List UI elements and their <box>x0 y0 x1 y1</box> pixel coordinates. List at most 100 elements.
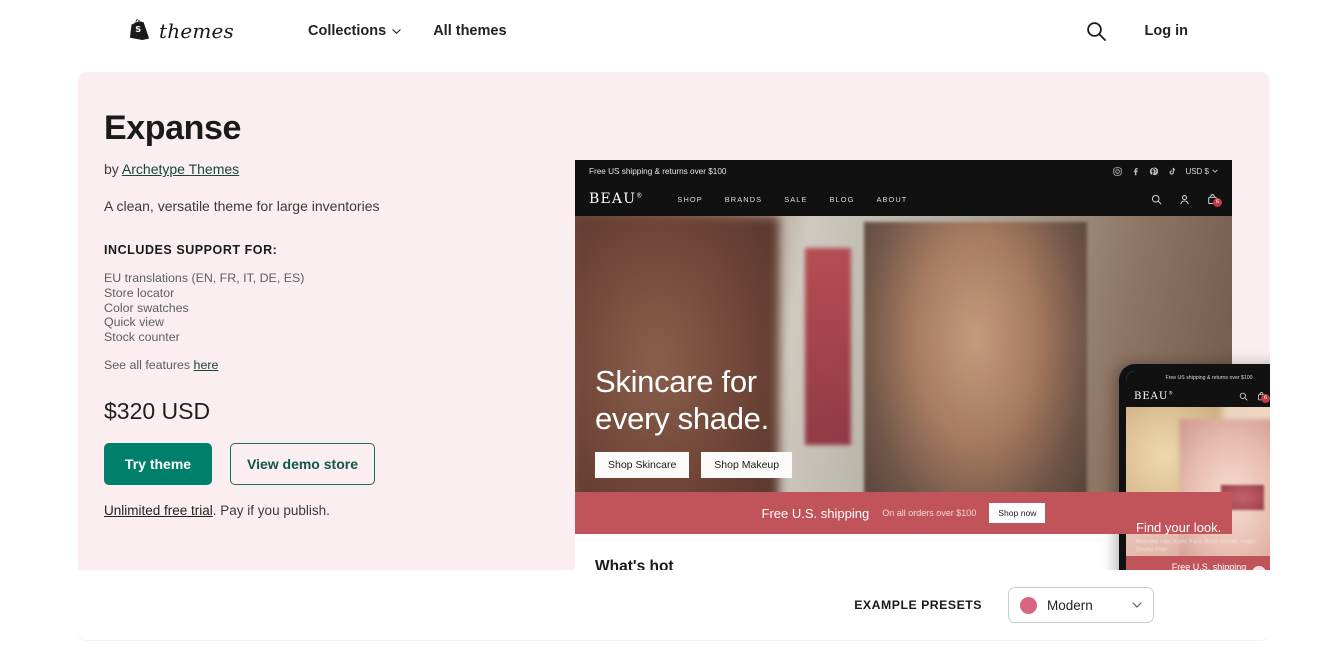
see-all-link[interactable]: here <box>194 358 219 372</box>
mobile-promo-bar: Free U.S. shipping On all orders over $1… <box>1126 556 1270 570</box>
list-item: Quick view <box>104 315 164 330</box>
trial-rest: . Pay if you publish. <box>212 503 330 519</box>
search-icon[interactable] <box>1085 20 1107 42</box>
try-theme-button[interactable]: Try theme <box>104 443 212 486</box>
facebook-icon[interactable] <box>1131 167 1140 176</box>
support-heading: INCLUDES SUPPORT FOR: <box>104 243 278 258</box>
see-all-features: See all features here <box>104 358 524 372</box>
search-icon[interactable] <box>1239 392 1248 401</box>
example-presets-label: EXAMPLE PRESETS <box>854 598 982 612</box>
feature-list: EU translations (EN, FR, IT, DE, ES) Sto… <box>104 271 524 344</box>
mobile-store-logo-text: BEAU <box>1134 390 1169 402</box>
chevron-down-icon <box>392 28 401 34</box>
preview-store-header: BEAU® SHOP BRANDS SALE BLOG ABOUT 6 <box>575 182 1232 216</box>
author-link[interactable]: Archetype Themes <box>122 161 239 177</box>
see-all-prefix: See all features <box>104 358 194 373</box>
pinterest-icon[interactable] <box>1149 167 1159 176</box>
trial-note: Unlimited free trial. Pay if you publish… <box>104 503 524 518</box>
hero-buttons: Shop Skincare Shop Makeup <box>595 452 793 478</box>
preset-dropdown[interactable]: Modern <box>1008 587 1154 623</box>
promo-subtext: On all orders over $100 <box>882 508 977 518</box>
account-icon[interactable] <box>1179 194 1190 205</box>
shop-makeup-button[interactable]: Shop Makeup <box>701 452 793 478</box>
primary-nav: Collections All themes <box>308 23 507 39</box>
mobile-announcement-bar: Free US shipping & returns over $100 <box>1126 371 1270 385</box>
carousel-prev-button[interactable]: ‹ <box>1252 566 1266 570</box>
preset-color-swatch <box>1020 596 1037 614</box>
mobile-store-logo[interactable]: BEAU® <box>1134 391 1174 402</box>
chevron-down-icon <box>1132 602 1142 608</box>
store-nav: SHOP BRANDS SALE BLOG ABOUT <box>677 195 907 204</box>
store-nav-shop[interactable]: SHOP <box>677 195 702 204</box>
theme-hero-panel: Expanse by Archetype Themes A clean, ver… <box>78 72 1270 570</box>
hero-title-line2: every shade. <box>595 401 769 436</box>
hero-copy: Skincare for every shade. Shop Skincare … <box>595 363 793 478</box>
preview-announcement-bar: Free US shipping & returns over $100 USD… <box>575 160 1232 182</box>
store-nav-blog[interactable]: BLOG <box>830 195 855 204</box>
action-buttons: Try theme View demo store <box>104 443 524 486</box>
nav-item-collections[interactable]: Collections <box>308 23 401 39</box>
list-item: Stock counter <box>104 329 180 344</box>
search-icon[interactable] <box>1151 194 1162 205</box>
mobile-preview[interactable]: Free US shipping & returns over $100 BEA… <box>1119 364 1270 570</box>
brand-wordmark: themes <box>159 19 235 43</box>
currency-label: USD $ <box>1185 166 1209 176</box>
cart-button[interactable]: 6 <box>1207 193 1222 207</box>
list-item: Color swatches <box>104 300 189 315</box>
example-presets-bar: EXAMPLE PRESETS Modern <box>78 570 1270 640</box>
promo-shop-now-button[interactable]: Shop now <box>989 503 1046 523</box>
mobile-hero-title: Find your look. <box>1136 520 1222 536</box>
promo-headline: Free U.S. shipping <box>761 505 870 521</box>
mobile-store-header: BEAU® 6 <box>1126 385 1270 407</box>
tiktok-icon[interactable] <box>1167 167 1176 176</box>
by-prefix: by <box>104 161 122 178</box>
chevron-down-icon <box>1212 169 1218 173</box>
shopify-bag-icon: S <box>130 18 149 40</box>
login-link[interactable]: Log in <box>1145 23 1189 39</box>
theme-price: $320 USD <box>104 398 211 425</box>
mobile-store-logo-registered: ® <box>1168 391 1174 397</box>
hero-title: Skincare for every shade. <box>595 363 792 437</box>
list-item: EU translations (EN, FR, IT, DE, ES) <box>104 271 305 286</box>
preset-selected-value: Modern <box>1047 597 1093 613</box>
mobile-preview-screen: Free US shipping & returns over $100 BEA… <box>1126 371 1270 570</box>
nav-item-all-themes[interactable]: All themes <box>433 23 506 39</box>
view-demo-store-button[interactable]: View demo store <box>230 443 375 486</box>
list-item: Store locator <box>104 285 175 300</box>
mobile-promo-headline: Free U.S. shipping <box>1171 562 1247 570</box>
mobile-hero-subtext: Mascara, Lips, Eyes, Face, Brow, Cheek, … <box>1136 539 1258 553</box>
top-navigation: S themes Collections All themes Log in <box>0 0 1338 62</box>
preview-promo-bar: Free U.S. shipping On all orders over $1… <box>575 492 1232 534</box>
announcement-text: Free US shipping & returns over $100 <box>589 166 727 176</box>
store-nav-about[interactable]: ABOUT <box>876 195 907 204</box>
cart-count-badge: 6 <box>1213 197 1222 207</box>
hero-title-line1: Skincare for <box>595 364 757 399</box>
currency-selector[interactable]: USD $ <box>1185 167 1218 176</box>
mobile-icon-group: 6 <box>1239 391 1270 403</box>
mobile-carousel-controls: ‹ › <box>1252 566 1270 570</box>
theme-author-line: by Archetype Themes <box>104 161 524 177</box>
theme-tagline: A clean, versatile theme for large inven… <box>104 198 380 215</box>
nav-item-all-themes-label: All themes <box>433 23 507 39</box>
mobile-hero-image: Find your look. Mascara, Lips, Eyes, Fac… <box>1126 407 1270 570</box>
mobile-cart-button[interactable]: 6 <box>1257 391 1270 403</box>
nav-item-collections-label: Collections <box>308 23 387 39</box>
store-nav-brands[interactable]: BRANDS <box>725 195 762 204</box>
theme-detail-card: Expanse by Archetype Themes A clean, ver… <box>0 62 1338 648</box>
trial-link[interactable]: Unlimited free trial <box>104 503 213 518</box>
instagram-icon[interactable] <box>1113 166 1123 176</box>
store-logo[interactable]: BEAU® <box>589 191 643 207</box>
nav-right-group: Log in <box>1085 20 1189 42</box>
store-nav-sale[interactable]: SALE <box>784 195 807 204</box>
store-logo-text: BEAU <box>589 191 637 207</box>
shop-skincare-button[interactable]: Shop Skincare <box>595 452 690 478</box>
store-icon-group: 6 <box>1151 193 1222 207</box>
announcement-right-group: USD $ <box>1113 167 1218 176</box>
store-logo-registered: ® <box>636 192 644 200</box>
hero-decor-towel <box>804 247 851 445</box>
brand-logo[interactable]: S themes <box>128 18 235 44</box>
mobile-cart-count-badge: 6 <box>1261 393 1270 403</box>
page-title: Expanse <box>104 109 242 147</box>
theme-info-column: Expanse by Archetype Themes A clean, ver… <box>104 109 524 518</box>
svg-text:S: S <box>135 24 141 34</box>
